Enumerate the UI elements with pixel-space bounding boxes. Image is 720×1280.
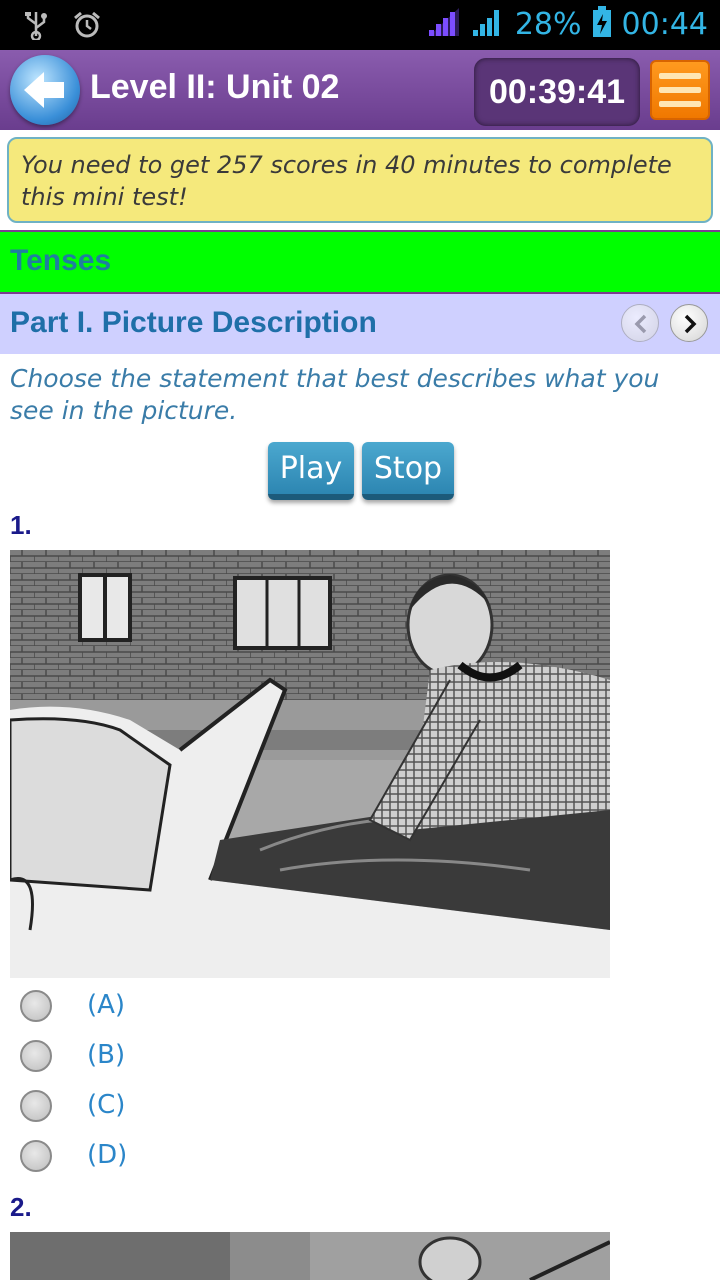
- chevron-right-icon: [684, 314, 697, 334]
- radio-button[interactable]: [20, 1040, 52, 1072]
- answer-option[interactable]: (A): [20, 988, 320, 1028]
- usb-icon: [22, 10, 50, 40]
- question-number: 1.: [10, 510, 32, 540]
- radio-button[interactable]: [20, 1090, 52, 1122]
- title-bar: Level II: Unit 02 00:39:41: [0, 50, 720, 130]
- page-title: Level II: Unit 02: [90, 68, 340, 106]
- answer-option[interactable]: (C): [20, 1088, 320, 1128]
- alarm-icon: [72, 10, 102, 40]
- chevron-left-icon: [634, 314, 647, 334]
- question-photo: [10, 1232, 610, 1280]
- prev-part-button[interactable]: [621, 304, 659, 342]
- status-bar: 28% 00:44: [0, 0, 720, 50]
- section-title: Tenses: [10, 244, 112, 277]
- clock: 00:44: [621, 6, 708, 42]
- section-header: Tenses: [0, 232, 720, 294]
- radio-button[interactable]: [20, 990, 52, 1022]
- hamburger-menu-icon: [659, 73, 701, 79]
- question-photo: [10, 550, 610, 978]
- back-button[interactable]: [10, 55, 80, 125]
- answer-option-label: (B): [87, 1040, 126, 1070]
- answer-option-label: (D): [87, 1140, 128, 1170]
- signal-icon: [471, 6, 505, 42]
- battery-charging-icon: [592, 6, 612, 42]
- part-title: Part I. Picture Description: [10, 306, 377, 339]
- instruction-text: Choose the statement that best describes…: [10, 364, 660, 425]
- answer-option[interactable]: (D): [20, 1138, 320, 1178]
- answer-option[interactable]: (B): [20, 1038, 320, 1078]
- battery-percent: 28%: [514, 6, 582, 42]
- question-number: 2.: [10, 1192, 32, 1222]
- countdown-timer: 00:39:41: [474, 58, 640, 126]
- part-header: Part I. Picture Description: [0, 294, 720, 354]
- next-part-button[interactable]: [670, 304, 708, 342]
- menu-button[interactable]: [650, 60, 710, 120]
- answer-option-label: (C): [87, 1090, 126, 1120]
- back-arrow-icon: [24, 72, 64, 108]
- score-notice: You need to get 257 scores in 40 minutes…: [7, 137, 713, 223]
- stop-button[interactable]: Stop: [362, 442, 454, 500]
- answer-option-label: (A): [87, 990, 126, 1020]
- radio-button[interactable]: [20, 1140, 52, 1172]
- signal-icon: [427, 6, 461, 42]
- play-button[interactable]: Play: [268, 442, 354, 500]
